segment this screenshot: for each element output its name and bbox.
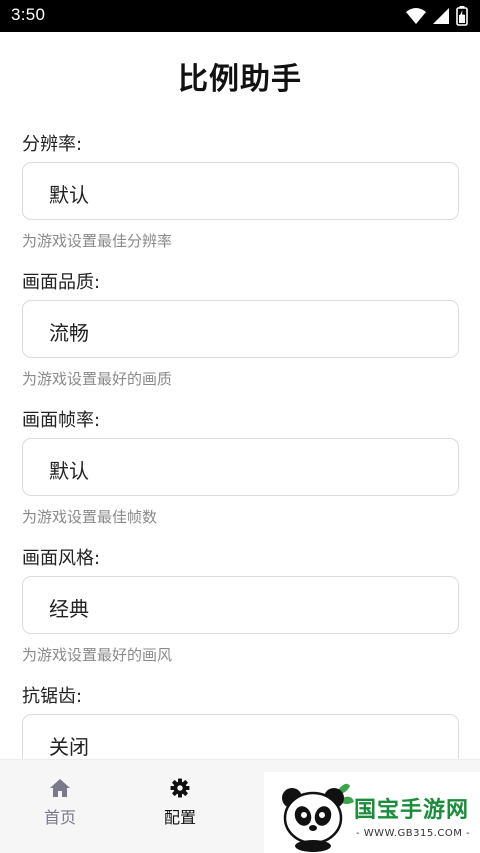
nav-home-label: 首页 (43, 808, 76, 827)
style-select[interactable]: 经典 (22, 576, 459, 634)
quality-select[interactable]: 流畅 (22, 300, 459, 358)
resolution-value: 默认 (49, 183, 89, 207)
quality-hint: 为游戏设置最好的画质 (22, 370, 173, 388)
nav-home[interactable]: 首页 (20, 778, 100, 828)
wifi-icon (406, 8, 426, 24)
quality-value: 流畅 (49, 321, 89, 345)
battery-icon (456, 6, 468, 26)
style-label: 画面风格: (22, 548, 101, 569)
resolution-hint: 为游戏设置最佳分辨率 (22, 232, 173, 250)
quality-label: 画面品质: (22, 272, 101, 293)
nav-config-label: 配置 (163, 808, 196, 827)
page-title: 比例助手 (178, 62, 302, 97)
watermark-text: 国宝手游网 (354, 798, 470, 823)
resolution-select[interactable]: 默认 (22, 162, 459, 220)
cellular-signal-icon (433, 8, 449, 24)
framerate-label: 画面帧率: (22, 410, 101, 431)
framerate-value: 默认 (49, 459, 89, 483)
antialias-label: 抗锯齿: (22, 686, 83, 707)
antialias-value: 关闭 (49, 735, 89, 759)
style-value: 经典 (49, 597, 89, 621)
status-icons (406, 6, 468, 26)
framerate-select[interactable]: 默认 (22, 438, 459, 496)
status-time: 3:50 (11, 5, 46, 24)
resolution-label: 分辨率: (22, 134, 83, 155)
home-icon (50, 779, 70, 797)
panda-icon (282, 783, 354, 852)
watermark-logo: 国宝手游网 - WWW.GB315.COM - (264, 772, 480, 853)
framerate-hint: 为游戏设置最佳帧数 (22, 508, 158, 526)
status-bar: 3:50 (0, 0, 480, 32)
style-hint: 为游戏设置最好的画风 (22, 646, 173, 664)
gear-icon (170, 778, 190, 798)
watermark-url: - WWW.GB315.COM - (356, 828, 471, 839)
nav-config[interactable]: 配置 (140, 778, 220, 828)
